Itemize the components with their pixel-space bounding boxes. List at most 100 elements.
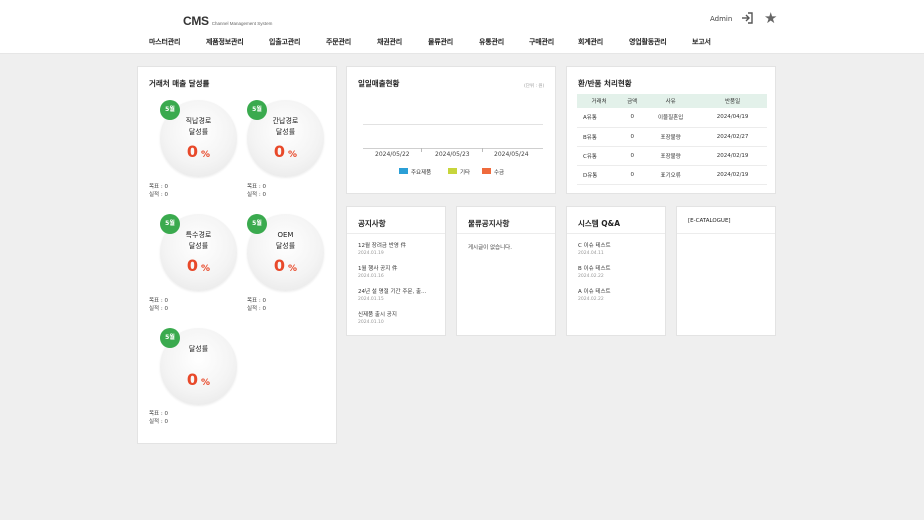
qna-item-title: A 이슈 테스트 xyxy=(578,289,611,295)
column-header: 반품일 xyxy=(698,94,767,108)
logo-sub-text: Channel Management System xyxy=(211,21,273,26)
gauge-unit: % xyxy=(201,264,211,274)
e-catalogue-card[interactable]: [E-CATALOGUE] xyxy=(676,206,776,336)
target-text: 목표 : 0 xyxy=(149,411,168,417)
table-cell: 0 xyxy=(621,146,644,166)
legend-label-other[interactable]: 기타 xyxy=(460,168,470,176)
list-item[interactable]: 24년 설 명절 기간 주문, 출… 2024.01.15 xyxy=(358,289,427,303)
qna-item-date: 2024.02.22 xyxy=(578,297,604,302)
table-row[interactable]: A유통 0 이물질혼입 2024/04/19 xyxy=(577,108,767,128)
top-header: CMS Channel Management System Admin ★ 마스… xyxy=(0,0,924,54)
notice-card: 공지사항 12월 장려금 반영 件 2024.01.19 1월 행사 공지 件 … xyxy=(346,206,446,336)
table-cell: A유통 xyxy=(577,108,622,128)
gauge-value: 0 xyxy=(273,256,286,275)
returns-card: 환/반품 처리현황 거래처 금액 사유 반품일 A유통 0 이물질혼입 2024… xyxy=(566,66,776,194)
chart-unit-label: (단위 : 원) xyxy=(524,84,545,89)
notice-title[interactable]: 공지사항 xyxy=(358,218,386,229)
notice-item-date: 2024.01.10 xyxy=(358,320,384,325)
gauge-value: 0 xyxy=(186,256,199,275)
returns-table: 거래처 금액 사유 반품일 A유통 0 이물질혼입 2024/04/19 B유통… xyxy=(577,94,767,185)
x-axis-tick xyxy=(421,148,422,152)
divider xyxy=(347,233,445,234)
menu-item-accounting[interactable]: 회계관리 xyxy=(578,37,603,47)
target-text: 목표 : 0 xyxy=(149,184,168,190)
gauge-sublabel: 달성률 xyxy=(275,242,296,250)
logistics-notice-title[interactable]: 물류공지사항 xyxy=(468,218,509,229)
achievement-title: 거래처 매출 달성률 xyxy=(149,79,210,88)
table-cell: 0 xyxy=(621,165,644,185)
table-cell: 이물질혼입 xyxy=(643,108,699,128)
gauge-unit: % xyxy=(201,378,211,388)
table-row[interactable]: D유통 0 표기오류 2024/02/19 xyxy=(577,165,767,185)
actual-text: 실적 : 0 xyxy=(149,419,168,425)
target-text: 목표 : 0 xyxy=(247,184,266,190)
table-cell: 0 xyxy=(621,127,644,147)
target-text: 목표 : 0 xyxy=(247,298,266,304)
list-item[interactable]: 신제품 출시 공지 2024.01.10 xyxy=(358,312,397,326)
notice-item-date: 2024.01.16 xyxy=(358,274,384,279)
month-badge: 5월 xyxy=(160,214,180,234)
logout-icon[interactable] xyxy=(740,11,754,25)
menu-item-order[interactable]: 주문관리 xyxy=(326,37,351,47)
menu-item-master[interactable]: 마스터관리 xyxy=(149,37,180,47)
table-cell: 2024/02/19 xyxy=(698,146,767,166)
gauge-value: 0 xyxy=(186,370,199,389)
table-row[interactable]: B유통 0 포장불량 2024/02/27 xyxy=(577,127,767,147)
table-cell: 2024/02/27 xyxy=(698,127,767,147)
actual-text: 실적 : 0 xyxy=(247,192,266,198)
returns-title: 환/반품 처리현황 xyxy=(578,79,632,88)
menu-item-inout[interactable]: 입출고관리 xyxy=(269,37,300,47)
x-tick-label: 2024/05/24 xyxy=(494,151,529,158)
actual-text: 실적 : 0 xyxy=(149,306,168,312)
app-logo[interactable]: CMS Channel Management System xyxy=(183,14,272,28)
legend-label-main[interactable]: 주요제품 xyxy=(411,168,431,176)
x-tick-label: 2024/05/23 xyxy=(435,151,470,158)
menu-item-receivables[interactable]: 채권관리 xyxy=(377,37,402,47)
logistics-notice-card: 물류공지사항 게시글이 없습니다. xyxy=(456,206,556,336)
table-header-row: 거래처 금액 사유 반품일 xyxy=(577,94,767,108)
menu-item-purchase[interactable]: 구매관리 xyxy=(529,37,554,47)
menu-item-report[interactable]: 보고서 xyxy=(692,37,711,47)
logo-main-text: CMS xyxy=(183,14,209,28)
table-cell: 표기오류 xyxy=(643,165,699,185)
gauge-sublabel: 달성률 xyxy=(188,242,209,250)
menu-item-sales-activity[interactable]: 영업활동관리 xyxy=(629,37,667,47)
divider xyxy=(677,233,775,234)
gauge-value: 0 xyxy=(186,142,199,161)
chart-gridline xyxy=(363,124,543,125)
table-row[interactable]: C유통 0 포장불량 2024/02/19 xyxy=(577,146,767,166)
menu-item-logistics[interactable]: 물류관리 xyxy=(428,37,453,47)
list-item[interactable]: B 이슈 테스트 2024.02.22 xyxy=(578,266,611,280)
legend-swatch-main xyxy=(399,168,408,174)
daily-sales-card: 일일매출현황 (단위 : 원) 2024/05/22 2024/05/23 20… xyxy=(346,66,556,194)
legend-label-collection[interactable]: 수금 xyxy=(494,168,504,176)
menu-item-distribution[interactable]: 유통관리 xyxy=(479,37,504,47)
qna-card: 시스템 Q&A C 이슈 테스트 2024.04.11 B 이슈 테스트 202… xyxy=(566,206,666,336)
e-catalogue-title[interactable]: [E-CATALOGUE] xyxy=(688,218,731,224)
gauge-sublabel: 달성률 xyxy=(188,128,209,136)
gauge-sublabel: 달성률 xyxy=(275,128,296,136)
qna-title[interactable]: 시스템 Q&A xyxy=(578,218,620,229)
qna-item-title: B 이슈 테스트 xyxy=(578,266,611,272)
list-item[interactable]: A 이슈 테스트 2024.02.22 xyxy=(578,289,611,303)
list-item[interactable]: C 이슈 테스트 2024.04.11 xyxy=(578,243,611,257)
notice-item-title: 1월 행사 공지 件 xyxy=(358,266,398,272)
user-name[interactable]: Admin xyxy=(710,15,732,23)
list-item[interactable]: 12월 장려금 반영 件 2024.01.19 xyxy=(358,243,406,257)
list-item[interactable]: 1월 행사 공지 件 2024.01.16 xyxy=(358,266,398,280)
table-cell: 2024/02/19 xyxy=(698,165,767,185)
menu-item-product-info[interactable]: 제품정보관리 xyxy=(206,37,244,47)
daily-sales-title: 일일매출현황 xyxy=(358,79,400,88)
month-badge: 5월 xyxy=(160,100,180,120)
month-badge: 5월 xyxy=(160,328,180,348)
table-cell: B유통 xyxy=(577,127,622,147)
actual-text: 실적 : 0 xyxy=(149,192,168,198)
target-text: 목표 : 0 xyxy=(149,298,168,304)
qna-item-title: C 이슈 테스트 xyxy=(578,243,611,249)
month-badge: 5월 xyxy=(247,100,267,120)
star-icon[interactable]: ★ xyxy=(764,10,777,26)
qna-item-date: 2024.02.22 xyxy=(578,274,604,279)
table-cell: 0 xyxy=(621,108,644,128)
divider xyxy=(567,233,665,234)
legend-swatch-other xyxy=(448,168,457,174)
